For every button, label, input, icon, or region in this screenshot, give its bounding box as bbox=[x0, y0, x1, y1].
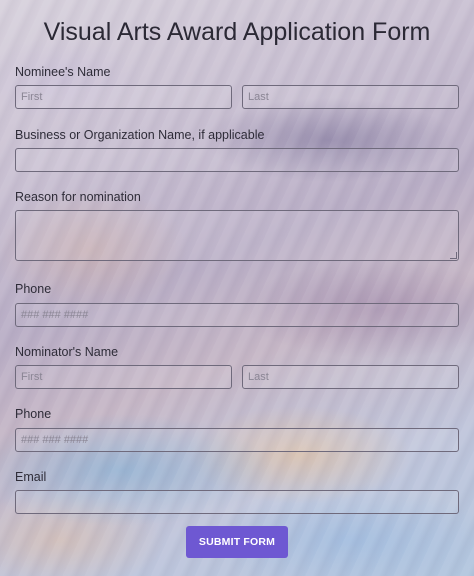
nominee-first-input[interactable] bbox=[15, 85, 232, 109]
application-form: Visual Arts Award Application Form Nomin… bbox=[0, 0, 474, 576]
business-name-label: Business or Organization Name, if applic… bbox=[15, 128, 265, 142]
submit-button[interactable]: SUBMIT FORM bbox=[186, 526, 288, 558]
email-input[interactable] bbox=[15, 490, 459, 514]
page-title: Visual Arts Award Application Form bbox=[43, 18, 431, 46]
nominee-phone-label: Phone bbox=[15, 282, 52, 296]
nominator-name-label: Nominator's Name bbox=[15, 345, 119, 359]
nominator-phone-input[interactable] bbox=[15, 428, 459, 452]
nominee-name-label: Nominee's Name bbox=[15, 65, 111, 79]
email-label: Email bbox=[15, 470, 47, 484]
resize-handle-icon[interactable] bbox=[450, 252, 457, 259]
reason-label: Reason for nomination bbox=[15, 190, 141, 204]
nominator-phone-label: Phone bbox=[15, 407, 52, 421]
nominee-last-input[interactable] bbox=[242, 85, 459, 109]
business-name-input[interactable] bbox=[15, 148, 459, 172]
nominator-first-input[interactable] bbox=[15, 365, 232, 389]
reason-textarea[interactable] bbox=[15, 210, 459, 261]
nominator-last-input[interactable] bbox=[242, 365, 459, 389]
nominee-phone-input[interactable] bbox=[15, 303, 459, 327]
